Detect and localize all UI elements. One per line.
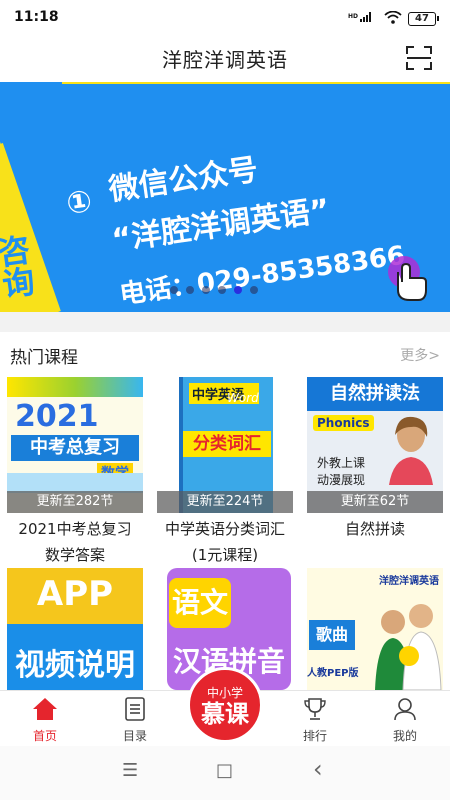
home-icon bbox=[32, 698, 58, 725]
system-nav-bar: ☰ □ ‹ bbox=[0, 746, 450, 800]
cover-subtitle: 分类词汇 bbox=[183, 431, 271, 457]
back-icon[interactable]: ‹ bbox=[313, 755, 323, 783]
nav-home[interactable]: 首页 bbox=[15, 697, 75, 744]
cover-title: 自然拼读法 bbox=[307, 377, 443, 411]
banner-dot[interactable] bbox=[250, 286, 258, 294]
scan-icon[interactable] bbox=[406, 46, 432, 70]
cover-tag: Word bbox=[227, 391, 259, 405]
cover-subtitle: 视频说明 bbox=[15, 648, 135, 683]
nav-mine[interactable]: 我的 bbox=[375, 697, 435, 744]
nav-mooc-button[interactable]: 中小学 慕课 bbox=[187, 667, 263, 743]
hot-courses-header: 热门课程 更多> bbox=[0, 332, 450, 374]
course-cover: 2021 中考总复习 数学 更新至282节 bbox=[7, 377, 143, 513]
course-name-line1: 自然拼读 bbox=[344, 520, 405, 538]
app-title: 洋腔洋调英语 bbox=[162, 48, 288, 72]
app-header: 洋腔洋调英语 bbox=[0, 34, 450, 82]
status-time: 11:18 bbox=[14, 9, 59, 25]
cover-title: 洋腔洋调英语 bbox=[379, 576, 439, 587]
course-card[interactable]: 自然拼读法 Phonics 外教上课 动漫展现 更新至62节 自然拼读 bbox=[307, 377, 443, 542]
course-name: 自然拼读 bbox=[300, 516, 450, 542]
cover-title: 2021 bbox=[15, 399, 99, 434]
course-name-line1: 2021中考总复习 bbox=[18, 520, 132, 538]
course-name-line2: 数学答案 bbox=[44, 546, 105, 564]
course-name-line2: (1元课程) bbox=[191, 546, 259, 564]
section-title: 热门课程 bbox=[10, 348, 78, 368]
trophy-icon bbox=[303, 698, 327, 725]
course-cover: 自然拼读法 Phonics 外教上课 动漫展现 更新至62节 bbox=[307, 377, 443, 513]
cover-tag: 人教PEP版 bbox=[307, 668, 359, 679]
banner-dot[interactable] bbox=[202, 286, 210, 294]
nav-mooc-bottom: 慕课 bbox=[201, 700, 249, 728]
banner-pagination bbox=[170, 286, 258, 294]
status-icons: HD 47 bbox=[348, 9, 439, 28]
banner-dot-active[interactable] bbox=[234, 286, 242, 294]
course-name: 中学英语分类词汇 (1元课程) bbox=[150, 516, 300, 568]
bottom-nav: 首页 目录 中小学 慕课 排行 我的 bbox=[0, 667, 450, 746]
section-divider bbox=[0, 312, 450, 332]
signal-icon: HD bbox=[348, 11, 378, 26]
nav-catalog-label: 目录 bbox=[122, 729, 147, 743]
teacher-photo bbox=[369, 594, 443, 690]
course-card[interactable]: APP 视频说明 bbox=[7, 568, 143, 690]
course-cover: 洋腔洋调英语 歌曲 人教PEP版 bbox=[307, 568, 443, 690]
course-name-line1: 中学英语分类词汇 bbox=[164, 520, 285, 538]
wifi-icon bbox=[384, 9, 402, 28]
nav-catalog[interactable]: 目录 bbox=[105, 697, 165, 744]
menu-icon[interactable]: ☰ bbox=[122, 760, 138, 781]
nav-home-label: 首页 bbox=[32, 729, 57, 743]
cover-title: 语文 bbox=[169, 578, 231, 628]
course-cover: APP 视频说明 bbox=[7, 568, 143, 690]
battery-icon: 47 bbox=[408, 11, 439, 26]
status-bar: 11:18 HD 47 bbox=[0, 0, 450, 34]
cover-tag: 外教上课 动漫展现 bbox=[317, 456, 366, 487]
course-card[interactable]: 中学英语 Word 分类词汇 更新至224节 中学英语分类词汇 (1元课程) bbox=[157, 377, 293, 568]
nav-mooc-top: 中小学 bbox=[206, 686, 243, 700]
catalog-icon bbox=[123, 697, 147, 725]
nav-mine-label: 我的 bbox=[392, 729, 417, 743]
course-cover: 中学英语 Word 分类词汇 更新至224节 bbox=[157, 377, 293, 513]
course-name: 2021中考总复习 数学答案 bbox=[0, 516, 150, 568]
svg-text:HD: HD bbox=[348, 13, 358, 20]
cover-title: APP bbox=[36, 574, 114, 614]
course-update-badge: 更新至224节 bbox=[157, 491, 293, 513]
course-update-badge: 更新至282节 bbox=[7, 491, 143, 513]
promo-banner[interactable]: 咨询 ① 微信公众号 “洋腔洋调英语” 电话：029-85358366 ② bbox=[0, 82, 450, 312]
banner-dot[interactable] bbox=[170, 286, 178, 294]
user-icon bbox=[393, 698, 417, 725]
banner-dot[interactable] bbox=[186, 286, 194, 294]
cover-subtitle: 歌曲 bbox=[309, 620, 355, 650]
more-link[interactable]: 更多> bbox=[400, 345, 440, 365]
cover-subtitle: 中考总复习 bbox=[11, 435, 139, 461]
course-update-badge: 更新至62节 bbox=[307, 491, 443, 513]
cover-subtitle: Phonics bbox=[313, 415, 374, 431]
teacher-photo bbox=[387, 415, 435, 485]
course-card[interactable]: 2021 中考总复习 数学 更新至282节 2021中考总复习 数学答案 bbox=[7, 377, 143, 568]
nav-rank[interactable]: 排行 bbox=[285, 697, 345, 744]
home-square-icon[interactable]: □ bbox=[216, 760, 233, 781]
course-card[interactable]: 洋腔洋调英语 歌曲 人教PEP版 bbox=[307, 568, 443, 690]
banner-dot[interactable] bbox=[218, 286, 226, 294]
nav-rank-label: 排行 bbox=[302, 729, 327, 743]
banner-item1-num: ① bbox=[64, 184, 94, 222]
